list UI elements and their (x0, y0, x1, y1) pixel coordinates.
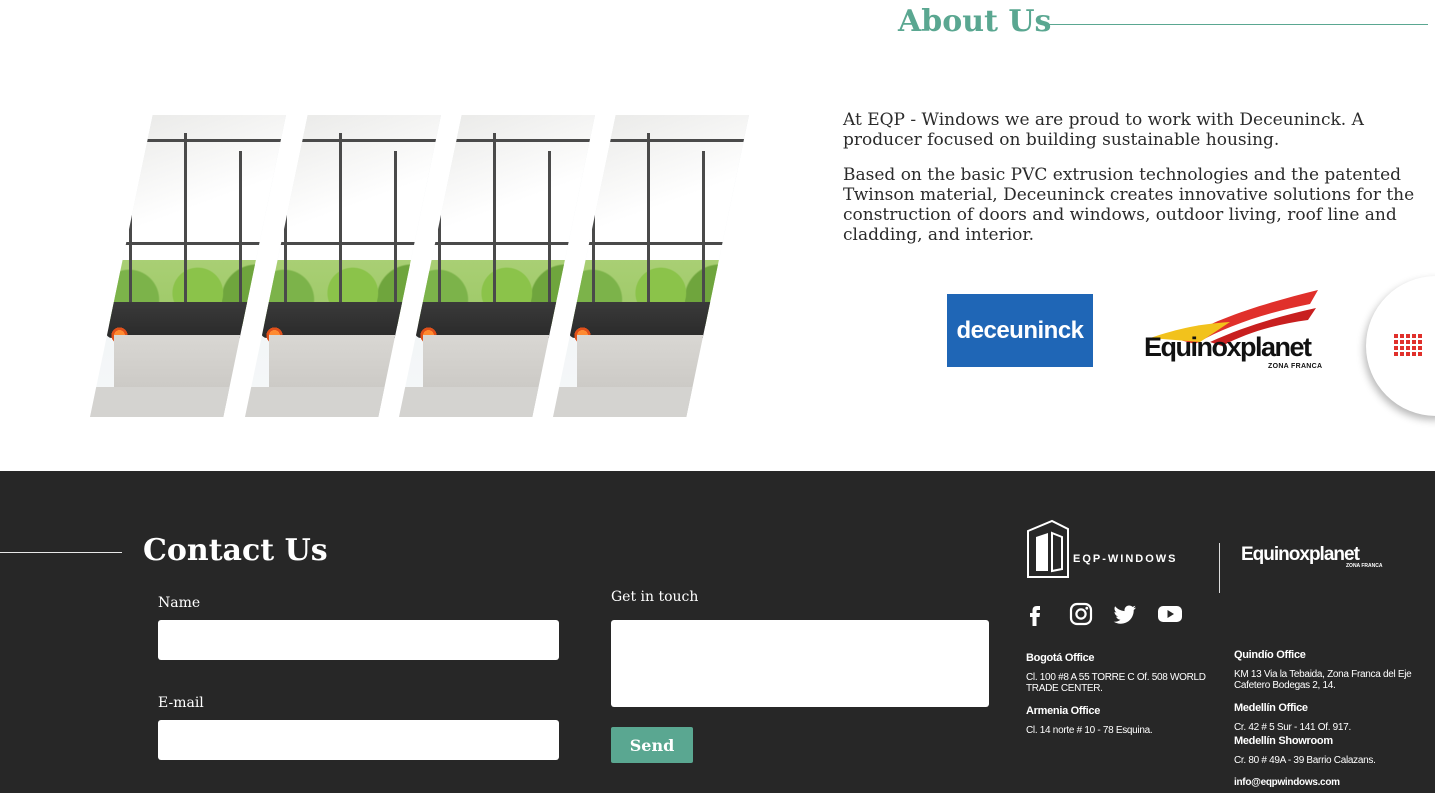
office-address: Cr. 80 # 49A - 39 Barrio Calazans. (1234, 755, 1376, 766)
contact-email[interactable]: info@eqpwindows.com (1234, 777, 1414, 788)
youtube-icon[interactable] (1157, 601, 1183, 627)
instagram-icon[interactable] (1068, 601, 1094, 627)
twitter-icon[interactable] (1112, 601, 1138, 627)
name-input[interactable] (158, 620, 559, 660)
name-label: Name (158, 595, 201, 611)
about-divider (1048, 24, 1428, 25)
eqp-windows-logo[interactable]: EQP-WINDOWS (1026, 519, 1186, 579)
office-name: Medellín Office (1234, 702, 1308, 714)
contact-email-link[interactable]: info@eqpwindows.com (1234, 777, 1414, 788)
office-address: Cl. 100 #8 A 55 TORRE C Of. 508 WORLD TR… (1026, 672, 1206, 694)
facebook-icon[interactable] (1022, 601, 1048, 627)
message-textarea[interactable] (611, 620, 989, 707)
contact-section: Contact Us Name E-mail Get in touch Send… (0, 471, 1435, 793)
medellin-showroom: Medellín Showroom Cr. 80 # 49A - 39 Barr… (1234, 735, 1414, 766)
message-label: Get in touch (611, 589, 699, 605)
office-address: Cr. 42 # 5 Sur - 141 Of. 917. (1234, 722, 1351, 733)
office-name: Medellín Showroom (1234, 735, 1333, 747)
contact-title: Contact Us (143, 533, 328, 568)
about-title-rest: Us (997, 4, 1052, 39)
contact-title-rest: Us (274, 533, 328, 568)
about-paragraph: Based on the basic PVC extrusion technol… (843, 165, 1415, 245)
deceuninck-logo-text: deceuninck (956, 316, 1084, 344)
office-address: Cl. 14 norte # 10 - 78 Esquina. (1026, 725, 1153, 736)
email-input[interactable] (158, 720, 559, 760)
equinox-logo-text: Equinoxplanet (1144, 332, 1312, 362)
deceuninck-logo: deceuninck (947, 294, 1093, 367)
brand-divider (1219, 543, 1220, 593)
about-image-gallery (90, 115, 750, 417)
contact-title-bold: Contact (143, 533, 275, 568)
office-address: KM 13 Via la Tebaida, Zona Franca del Ej… (1234, 669, 1412, 691)
bogota-office: Bogotá Office Cl. 100 #8 A 55 TORRE C Of… (1026, 652, 1206, 694)
about-title: About Us (898, 4, 1051, 39)
grid-menu-icon[interactable] (1394, 334, 1422, 358)
equinox-footer-subtext: ZONA FRANCA (1346, 563, 1383, 569)
armenia-office: Armenia Office Cl. 14 norte # 10 - 78 Es… (1026, 705, 1206, 736)
about-paragraph: At EQP - Windows we are proud to work wi… (843, 110, 1364, 150)
about-section: About Us At EQP - Windows we are proud t… (0, 0, 1435, 471)
medellin-office: Medellín Office Cr. 42 # 5 Sur - 141 Of.… (1234, 702, 1414, 733)
eqp-windows-text: EQP-WINDOWS (1073, 553, 1178, 565)
office-name: Armenia Office (1026, 705, 1101, 717)
office-name: Quindío Office (1234, 649, 1306, 661)
send-button[interactable]: Send (611, 727, 693, 763)
contact-divider (0, 552, 122, 553)
eqp-door-icon (1027, 519, 1069, 578)
equinox-logo-subtext: ZONA FRANCA (1268, 363, 1323, 370)
office-name: Bogotá Office (1026, 652, 1095, 664)
equinox-footer-logo[interactable]: Equinoxplanet (1241, 544, 1360, 566)
email-label: E-mail (158, 695, 204, 711)
quindio-office: Quindío Office KM 13 Via la Tebaida, Zon… (1234, 649, 1414, 691)
about-text: At EQP - Windows we are proud to work wi… (843, 110, 1423, 260)
about-title-bold: About (898, 4, 998, 39)
equinoxplanet-logo: Equinoxplanet ZONA FRANCA (1140, 288, 1330, 374)
